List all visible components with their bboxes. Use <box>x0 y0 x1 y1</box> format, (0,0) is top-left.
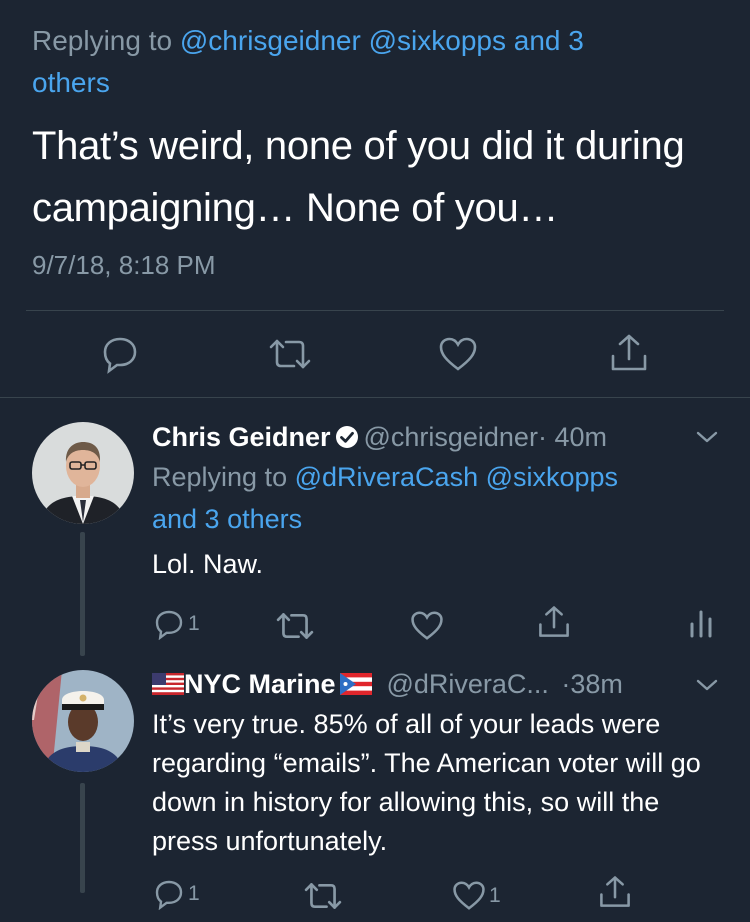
analytics-icon[interactable] <box>688 608 714 643</box>
like-count: 1 <box>489 883 501 907</box>
avatar-chris-geidner[interactable] <box>32 422 134 524</box>
reply-header: NYC Marine @dRiveraC... ·38m <box>152 667 623 708</box>
chevron-down-icon[interactable] <box>694 428 720 451</box>
reply-icon <box>155 610 183 640</box>
thread-line <box>80 783 85 893</box>
tweet-time[interactable]: ·38m <box>561 669 623 699</box>
replying-to-others-link[interactable]: others <box>32 67 110 98</box>
like-icon[interactable] <box>410 610 444 646</box>
reply-count: 1 <box>188 612 200 635</box>
puerto-rico-flag-icon <box>340 673 372 708</box>
like-icon <box>453 881 485 910</box>
main-tweet-text: That’s weird, none of you did it during … <box>32 124 685 230</box>
replying-to-label: Replying to <box>32 25 173 56</box>
reply-count: 1 <box>188 882 200 905</box>
us-flag-icon <box>152 673 184 708</box>
replying-to-label: Replying to <box>152 462 288 492</box>
reply-button[interactable]: 1 <box>153 608 200 640</box>
like-button[interactable]: 1 <box>452 880 501 911</box>
main-replying-to: Replying to @chrisgeidner @sixkopps and … <box>32 20 712 104</box>
author-handle[interactable]: @dRiveraC... <box>386 669 548 699</box>
retweet-icon[interactable] <box>268 336 312 377</box>
reply-icon[interactable] <box>100 334 140 379</box>
thread-line <box>80 532 85 656</box>
tweet-text: Lol. Naw. <box>152 549 264 579</box>
share-icon[interactable] <box>609 332 649 379</box>
reply-button[interactable]: 1 <box>153 878 200 910</box>
author-name[interactable]: Chris Geidner <box>152 422 331 452</box>
chevron-down-icon[interactable] <box>694 676 720 699</box>
avatar-nyc-marine[interactable] <box>32 670 134 772</box>
reply-icon <box>155 880 183 910</box>
share-icon[interactable] <box>598 874 632 915</box>
reply-replying-to: Replying to @dRiveraCash @sixkopps and 3… <box>152 456 712 540</box>
main-tweet-divider <box>26 310 724 311</box>
share-icon[interactable] <box>537 604 571 645</box>
replying-to-mentions[interactable]: @chrisgeidner @sixkopps and 3 <box>180 25 584 56</box>
main-tweet-timestamp[interactable]: 9/7/18, 8:18 PM <box>32 250 216 281</box>
section-divider <box>0 397 750 398</box>
tweet-text: It’s very true. 85% of all of your leads… <box>152 709 701 856</box>
author-handle[interactable]: @chrisgeidner <box>363 422 538 452</box>
replying-to-mentions[interactable]: @dRiveraCash @sixkopps <box>295 462 618 492</box>
like-icon[interactable] <box>438 336 478 377</box>
tweet-time[interactable]: · 40m <box>538 422 607 452</box>
author-name[interactable]: NYC Marine <box>184 669 336 699</box>
retweet-icon[interactable] <box>275 610 315 647</box>
retweet-icon[interactable] <box>303 880 343 917</box>
replying-to-others-link[interactable]: and 3 others <box>152 504 302 534</box>
